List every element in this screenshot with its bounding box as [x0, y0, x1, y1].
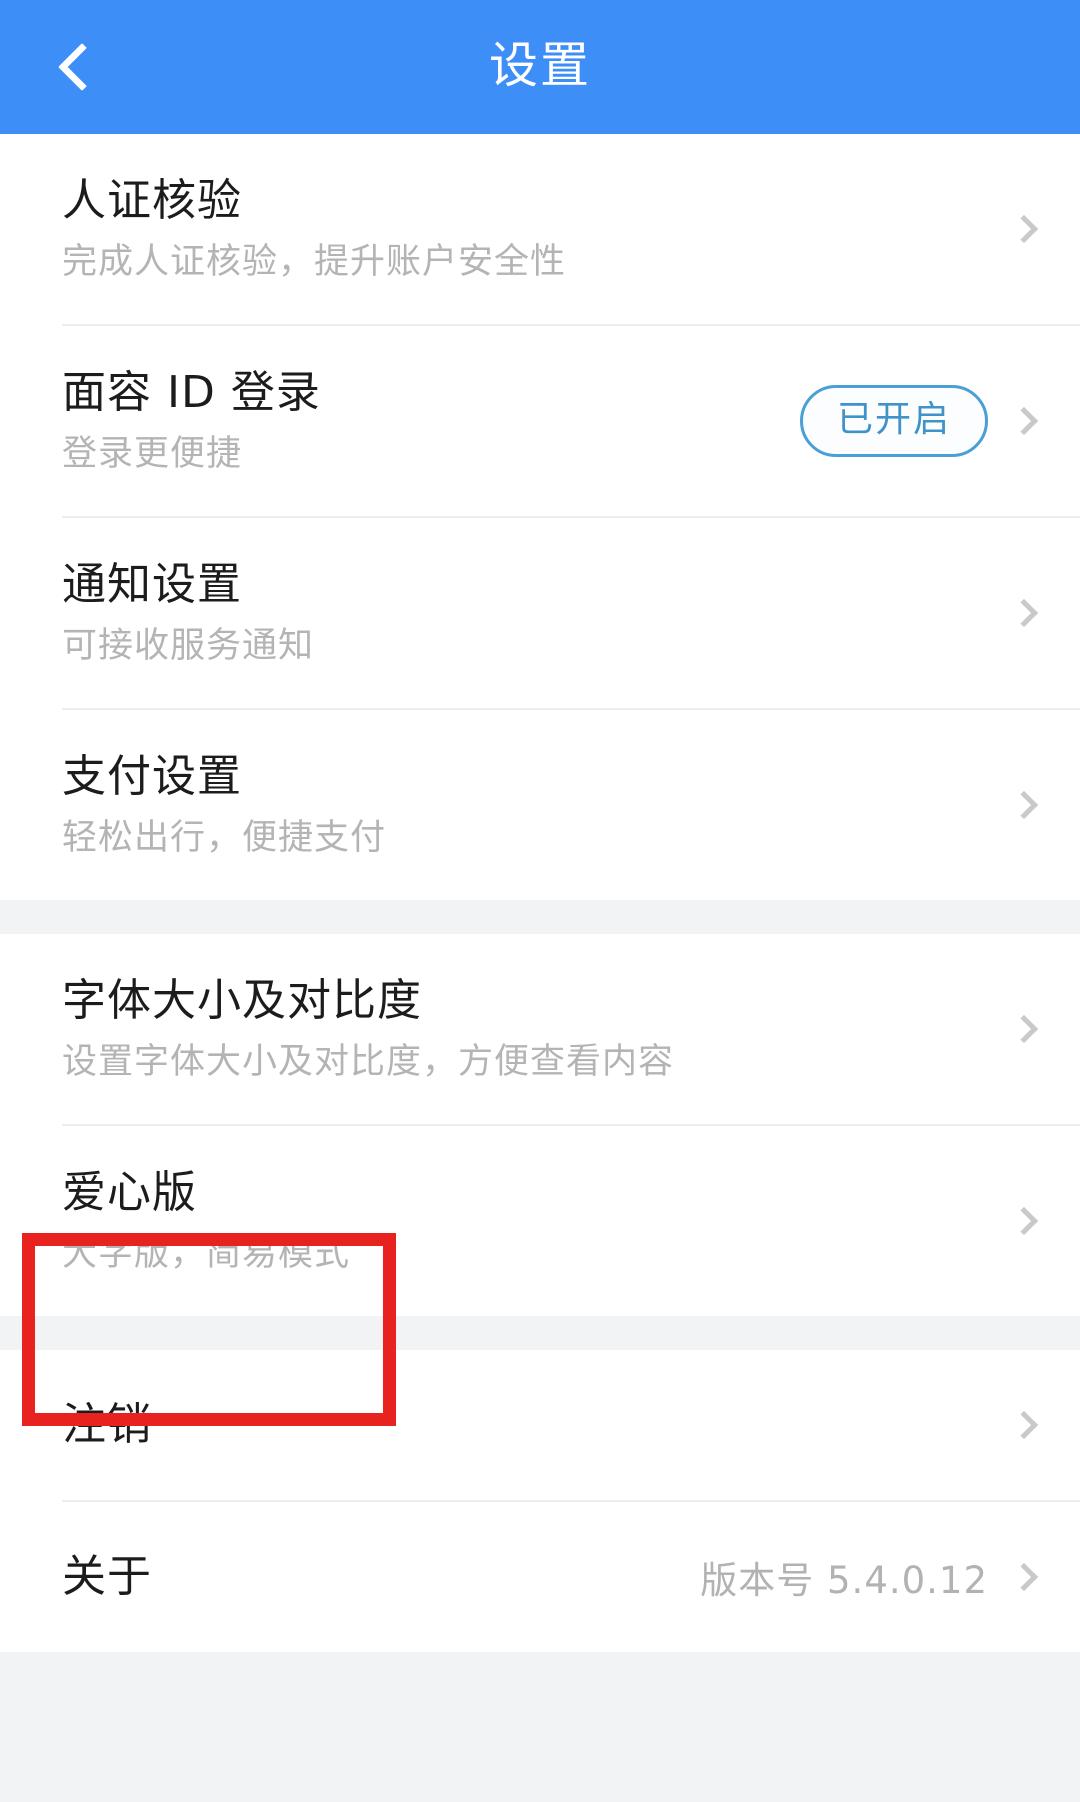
row-accessory: 已开启 — [799, 385, 1040, 457]
settings-section-account: 人证核验 完成人证核验，提升账户安全性 面容 ID 登录 登录更便捷 已开启 通… — [0, 134, 1080, 900]
chevron-right-icon — [1009, 214, 1039, 244]
row-title: 通知设置 — [62, 559, 242, 611]
row-text-block: 字体大小及对比度 设置字体大小及对比度，方便查看内容 — [62, 975, 1014, 1083]
row-subtitle: 完成人证核验，提升账户安全性 — [62, 241, 567, 282]
row-care-edition[interactable]: 爱心版 大字版，简易模式 — [0, 1126, 1080, 1316]
row-subtitle: 可接收服务通知 — [62, 625, 315, 666]
chevron-right-icon — [1009, 406, 1039, 436]
row-accessory — [1009, 1206, 1040, 1236]
chevron-left-icon — [57, 42, 107, 92]
row-notification-settings[interactable]: 通知设置 可接收服务通知 — [0, 518, 1080, 708]
row-about[interactable]: 关于 版本号 5.4.0.12 — [0, 1502, 1080, 1652]
row-title: 支付设置 — [62, 751, 242, 803]
row-text-block: 通知设置 可接收服务通知 — [62, 559, 1014, 667]
row-title: 注销 — [62, 1399, 152, 1451]
chevron-right-icon — [1009, 790, 1039, 820]
page-title: 设置 — [488, 36, 591, 94]
row-title: 关于 — [62, 1551, 152, 1603]
row-text-block: 支付设置 轻松出行，便捷支付 — [62, 751, 1014, 859]
row-text-block: 面容 ID 登录 登录更便捷 — [62, 367, 800, 475]
row-accessory — [1009, 1014, 1040, 1044]
status-badge[interactable]: 已开启 — [799, 385, 988, 457]
chevron-right-icon — [1009, 1410, 1039, 1440]
settings-screen: 设置 人证核验 完成人证核验，提升账户安全性 面容 ID 登录 登录更便捷 已开… — [0, 0, 1080, 1802]
row-logout[interactable]: 注销 — [0, 1350, 1080, 1500]
settings-section-account-actions: 注销 关于 版本号 5.4.0.12 — [0, 1350, 1080, 1652]
chevron-right-icon — [1009, 1014, 1039, 1044]
chevron-right-icon — [1009, 1206, 1039, 1236]
section-gap — [0, 900, 1080, 934]
chevron-right-icon — [1009, 598, 1039, 628]
row-identity-verification[interactable]: 人证核验 完成人证核验，提升账户安全性 — [0, 134, 1080, 324]
app-header: 设置 — [0, 0, 1080, 134]
row-accessory: 版本号 5.4.0.12 — [700, 1550, 1040, 1604]
row-title: 面容 ID 登录 — [62, 367, 321, 419]
row-accessory — [1009, 790, 1040, 820]
section-gap — [0, 1316, 1080, 1350]
row-payment-settings[interactable]: 支付设置 轻松出行，便捷支付 — [0, 710, 1080, 900]
row-accessory — [1009, 214, 1040, 244]
row-text-block: 关于 — [62, 1551, 700, 1603]
row-accessory — [1009, 1410, 1040, 1440]
chevron-right-icon — [1009, 1562, 1039, 1592]
row-subtitle: 轻松出行，便捷支付 — [62, 817, 387, 858]
row-font-size-contrast[interactable]: 字体大小及对比度 设置字体大小及对比度，方便查看内容 — [0, 934, 1080, 1124]
row-text-block: 爱心版 大字版，简易模式 — [62, 1167, 1014, 1275]
row-text-block: 注销 — [62, 1399, 1014, 1451]
row-text-block: 人证核验 完成人证核验，提升账户安全性 — [62, 175, 1014, 283]
row-face-id-login[interactable]: 面容 ID 登录 登录更便捷 已开启 — [0, 326, 1080, 516]
row-subtitle: 登录更便捷 — [62, 433, 243, 474]
row-subtitle: 设置字体大小及对比度，方便查看内容 — [62, 1041, 675, 1082]
version-value: 版本号 5.4.0.12 — [700, 1559, 988, 1602]
settings-section-display: 字体大小及对比度 设置字体大小及对比度，方便查看内容 爱心版 大字版，简易模式 — [0, 934, 1080, 1316]
row-subtitle: 大字版，简易模式 — [62, 1233, 351, 1274]
back-button[interactable] — [22, 0, 132, 134]
row-title: 字体大小及对比度 — [62, 975, 422, 1027]
row-title: 爱心版 — [62, 1167, 197, 1219]
row-accessory — [1009, 598, 1040, 628]
row-title: 人证核验 — [62, 175, 242, 227]
